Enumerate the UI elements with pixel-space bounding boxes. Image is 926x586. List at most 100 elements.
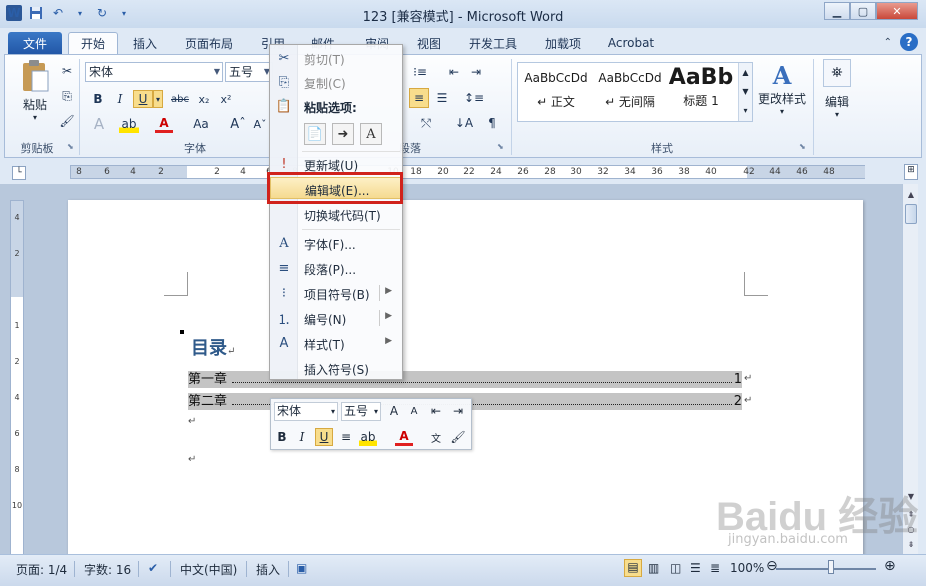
outline-icon[interactable]: ☰ (690, 561, 701, 575)
tab-selector[interactable]: └ (12, 166, 26, 180)
zoom-out-icon[interactable]: ⊖ (766, 558, 778, 574)
tab-acrobat[interactable]: Acrobat (600, 32, 662, 54)
zoom-slider[interactable] (776, 568, 876, 570)
full-screen-reading-icon[interactable]: ▥ (648, 561, 659, 575)
menu-item-copy[interactable]: ⎘ 复制(C) (270, 71, 402, 93)
shrink-font-icon[interactable]: A (405, 402, 423, 420)
print-layout-icon[interactable]: ▤ (624, 559, 642, 577)
subscript-icon[interactable]: x₂ (195, 90, 213, 108)
style-no-spacing[interactable]: AaBbCcDd ↵ 无间隔 (594, 63, 666, 121)
editing-button[interactable]: ⛯ 编辑 ▾ (817, 59, 857, 119)
clipboard-launcher-icon[interactable]: ⬊ (67, 142, 74, 151)
grow-font-icon[interactable]: Aˆ (229, 115, 247, 133)
bold-icon[interactable]: B (273, 428, 291, 446)
highlight-icon[interactable]: ab (119, 115, 139, 133)
mini-size-combo[interactable]: 五号 ▾ (341, 402, 381, 421)
superscript-icon[interactable]: x² (217, 90, 235, 108)
justify-icon[interactable]: ≡ (409, 88, 429, 108)
paste-button[interactable]: 粘贴 ▾ (13, 59, 57, 122)
font-color-icon[interactable]: A (395, 428, 413, 446)
cut-icon[interactable]: ✂ (59, 63, 75, 79)
web-layout-icon[interactable]: ◫ (670, 561, 681, 575)
format-painter-icon[interactable]: 🖌 (449, 428, 467, 446)
font-name-combo[interactable]: 宋体 ▼ (85, 62, 223, 82)
toc-heading[interactable]: 目录↵ (191, 334, 235, 360)
tab-view[interactable]: 视图 (410, 32, 448, 54)
highlight-icon[interactable]: ab (359, 428, 377, 446)
style-heading-1[interactable]: AaBb 标题 1 (668, 63, 734, 121)
show-marks-icon[interactable]: ¶ (483, 113, 501, 133)
scroll-thumb[interactable] (905, 204, 917, 224)
decrease-indent-icon[interactable]: ⇤ (427, 402, 445, 420)
underline-icon[interactable]: U (133, 90, 153, 108)
underline-dropdown-icon[interactable]: ▾ (153, 90, 163, 108)
phonetic-guide-icon[interactable]: 文 (427, 428, 445, 446)
change-styles-button[interactable]: A 更改样式 ▾ (755, 61, 809, 116)
mini-font-combo[interactable]: 宋体 ▾ (274, 402, 338, 421)
tab-file[interactable]: 文件 (8, 32, 62, 54)
bold-icon[interactable]: B (89, 90, 107, 108)
font-size-combo[interactable]: 五号 ▼ (225, 62, 273, 82)
menu-item-numbering[interactable]: ⒈ 编号(N) ▶ (270, 307, 402, 329)
grow-font-icon[interactable]: A (385, 402, 403, 420)
zoom-level[interactable]: 100% (730, 561, 764, 575)
font-color-icon[interactable]: A (155, 115, 173, 133)
center-icon[interactable]: ≡ (337, 428, 355, 446)
style-normal[interactable]: AaBbCcDd ↵ 正文 (520, 63, 592, 121)
menu-item-insert-symbol[interactable]: 插入符号(S) (270, 357, 402, 379)
format-painter-icon[interactable]: 🖌 (59, 113, 75, 129)
paste-merge-formatting-icon[interactable]: ➜ (332, 123, 354, 145)
italic-icon[interactable]: I (293, 428, 311, 446)
ruler-number: 8 (76, 167, 82, 177)
text-effects-icon[interactable]: A (89, 115, 109, 133)
tab-insert[interactable]: 插入 (126, 32, 164, 54)
styles-launcher-icon[interactable]: ⬊ (799, 142, 806, 151)
multilevel-list-icon[interactable]: ⁝≡ (409, 63, 431, 81)
tab-home[interactable]: 开始 (68, 32, 118, 54)
increase-indent-icon[interactable]: ⇥ (449, 402, 467, 420)
change-case-icon[interactable]: Aa (189, 115, 213, 133)
zoom-slider-thumb[interactable] (828, 560, 834, 574)
zoom-in-icon[interactable]: ⊕ (884, 558, 896, 574)
menu-item-toggle-field-codes[interactable]: 切换域代码(T) (270, 203, 402, 225)
vertical-ruler[interactable]: 4 2 1 2 4 6 8 10 (10, 200, 24, 554)
maximize-button[interactable]: ▢ (850, 2, 876, 20)
line-spacing-icon[interactable]: ↕≡ (463, 88, 485, 108)
menu-item-font[interactable]: A 字体(F)... (270, 232, 402, 254)
tab-page-layout[interactable]: 页面布局 (178, 32, 240, 54)
italic-icon[interactable]: I (111, 90, 129, 108)
view-ruler-icon[interactable]: ⊞ (904, 164, 918, 180)
copy-icon[interactable]: ⎘ (59, 88, 75, 104)
help-icon[interactable]: ? (900, 33, 918, 51)
sort-icon[interactable]: ↓A (455, 113, 473, 133)
paste-text-only-icon[interactable]: A (360, 123, 382, 145)
strikethrough-icon[interactable]: abc (169, 90, 191, 108)
minimize-button[interactable]: ▁ (824, 2, 850, 20)
macro-record-icon[interactable]: ▣ (296, 561, 307, 575)
paste-keep-formatting-icon[interactable]: 📄 (304, 123, 326, 145)
page-count[interactable]: 页面: 1/4 (16, 561, 67, 578)
shading-icon[interactable]: ⤲ (415, 113, 437, 133)
draft-icon[interactable]: ≣ (710, 561, 720, 575)
tab-developer[interactable]: 开发工具 (460, 32, 526, 54)
horizontal-ruler[interactable]: 8 6 4 2 2 4 6 8 10 18 20 22 24 26 28 30 … (70, 165, 865, 179)
scroll-up-icon[interactable]: ▲ (903, 186, 919, 202)
menu-item-styles[interactable]: A 样式(T) ▶ (270, 332, 402, 354)
menu-item-paragraph[interactable]: ≡ 段落(P)... (270, 257, 402, 279)
underline-icon[interactable]: U (315, 428, 333, 446)
insert-mode[interactable]: 插入 (256, 561, 280, 578)
decrease-indent-icon[interactable]: ⇤ (445, 63, 463, 81)
menu-item-cut[interactable]: ✂ 剪切(T) (270, 47, 402, 69)
styles-scroll[interactable]: ▲ ▼ ▾ (738, 63, 752, 121)
proofing-icon[interactable]: ✔ (148, 561, 158, 575)
distributed-icon[interactable]: ☰ (433, 88, 451, 108)
menu-item-bullets[interactable]: ⁝ 项目符号(B) ▶ (270, 282, 402, 304)
word-count[interactable]: 字数: 16 (84, 561, 131, 578)
increase-indent-icon[interactable]: ⇥ (467, 63, 485, 81)
ribbon-minimize-icon[interactable]: ⌃ (884, 37, 892, 48)
paragraph-launcher-icon[interactable]: ⬊ (497, 142, 504, 151)
language-indicator[interactable]: 中文(中国) (180, 561, 237, 578)
tab-addins[interactable]: 加载项 (538, 32, 588, 54)
close-button[interactable]: ✕ (876, 2, 918, 20)
shrink-font-icon[interactable]: Aˇ (251, 115, 269, 133)
